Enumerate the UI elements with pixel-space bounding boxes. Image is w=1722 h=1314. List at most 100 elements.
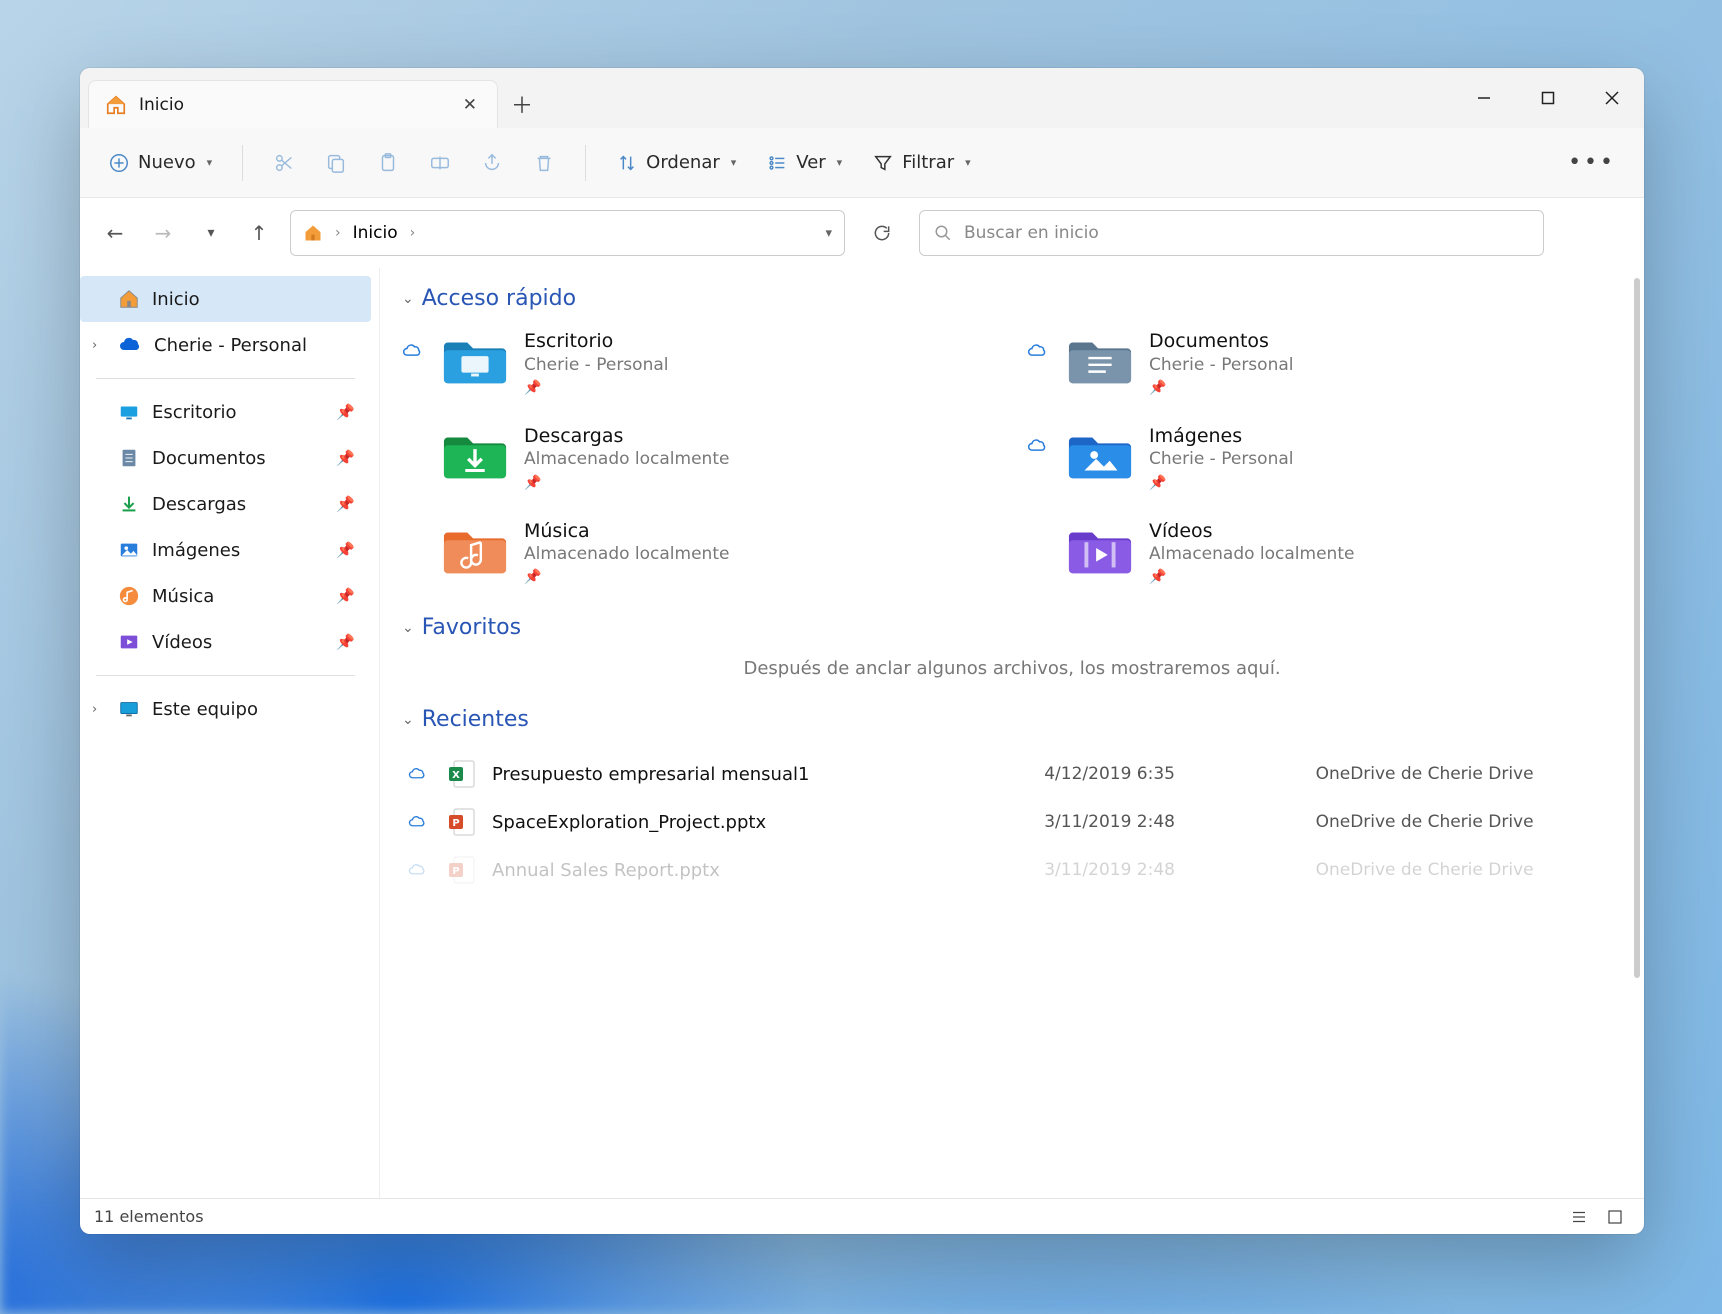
quick-access-item[interactable]: EscritorioCherie - Personal📌 (402, 329, 997, 396)
breadcrumb-item[interactable]: Inicio (353, 223, 398, 243)
scrollbar[interactable] (1634, 278, 1640, 978)
address-bar[interactable]: › Inicio › ▾ (290, 210, 845, 256)
pin-icon[interactable]: 📌 (336, 449, 355, 467)
group-title: Acceso rápido (422, 286, 576, 311)
chevron-down-icon: ⌄ (402, 291, 414, 307)
file-type-icon: P (448, 855, 476, 885)
recent-locations-button[interactable]: ▾ (194, 216, 228, 250)
new-button[interactable]: Nuevo ▾ (98, 144, 222, 182)
item-location: Cherie - Personal (1149, 448, 1622, 470)
quick-access-grid: EscritorioCherie - Personal📌DocumentosCh… (402, 329, 1622, 585)
music-icon (118, 585, 140, 607)
group-header-favorites[interactable]: ⌄ Favoritos (402, 615, 1622, 640)
minimize-button[interactable] (1452, 68, 1516, 128)
thumbnails-view-button[interactable] (1600, 1206, 1630, 1228)
scissors-icon (273, 152, 295, 174)
pin-icon[interactable]: 📌 (336, 403, 355, 421)
quick-access-item[interactable]: ImágenesCherie - Personal📌 (1027, 424, 1622, 491)
pin-icon[interactable]: 📌 (336, 541, 355, 559)
pin-icon: 📌 (524, 569, 997, 585)
refresh-button[interactable] (859, 210, 905, 256)
cloud-status-icon (1027, 329, 1051, 361)
sidebar-item-music[interactable]: Música📌 (80, 573, 371, 619)
view-button[interactable]: Ver ▾ (756, 144, 852, 182)
address-dropdown[interactable]: ▾ (825, 226, 832, 241)
chevron-down-icon: ▾ (837, 156, 843, 169)
pin-icon[interactable]: 📌 (336, 633, 355, 651)
home-icon (303, 223, 323, 243)
titlebar: Inicio ✕ ＋ (80, 68, 1644, 128)
sidebar-item-desktop[interactable]: Escritorio📌 (80, 389, 371, 435)
share-button[interactable] (471, 144, 513, 182)
cut-button[interactable] (263, 144, 305, 182)
search-icon (934, 224, 952, 242)
pin-icon[interactable]: 📌 (336, 587, 355, 605)
rename-button[interactable] (419, 144, 461, 182)
pin-icon[interactable]: 📌 (336, 495, 355, 513)
chevron-right-icon[interactable]: › (92, 702, 97, 717)
close-window-button[interactable] (1580, 68, 1644, 128)
copy-icon (325, 152, 347, 174)
breadcrumb-separator: › (410, 225, 416, 241)
chevron-down-icon: ⌄ (402, 712, 414, 728)
quick-access-item[interactable]: DescargasAlmacenado localmente📌 (402, 424, 997, 491)
recents-list: XPresupuesto empresarial mensual14/12/20… (402, 750, 1622, 894)
cloud-status-icon (408, 861, 432, 879)
sort-icon (616, 152, 638, 174)
sidebar-item-documents[interactable]: Documentos📌 (80, 435, 371, 481)
maximize-button[interactable] (1516, 68, 1580, 128)
toolbar-separator (242, 145, 243, 181)
sidebar-item-label: Vídeos (152, 632, 212, 653)
chevron-down-icon: ▾ (207, 156, 213, 169)
details-view-button[interactable] (1564, 1206, 1594, 1228)
cloud-status-icon (402, 329, 426, 361)
new-tab-button[interactable]: ＋ (498, 80, 546, 128)
sidebar-separator (96, 675, 355, 676)
recent-file-row[interactable]: PSpaceExploration_Project.pptx3/11/2019 … (402, 798, 1622, 846)
item-location: Cherie - Personal (1149, 354, 1622, 376)
file-explorer-window: Inicio ✕ ＋ Nuevo ▾ Ordenar ▾ (80, 68, 1644, 1234)
sidebar-item-downloads[interactable]: Descargas📌 (80, 481, 371, 527)
copy-button[interactable] (315, 144, 357, 182)
ellipsis-icon: ••• (1568, 150, 1616, 175)
search-placeholder: Buscar en inicio (964, 223, 1099, 243)
sidebar-home[interactable]: Inicio (80, 276, 371, 322)
sidebar-separator (96, 378, 355, 379)
chevron-right-icon[interactable]: › (92, 338, 97, 353)
item-name: Imágenes (1149, 424, 1622, 449)
quick-access-item[interactable]: VídeosAlmacenado localmente📌 (1027, 519, 1622, 586)
item-name: Descargas (524, 424, 997, 449)
pin-icon: 📌 (1149, 380, 1622, 396)
quick-access-item[interactable]: DocumentosCherie - Personal📌 (1027, 329, 1622, 396)
forward-button[interactable]: → (146, 216, 180, 250)
sort-button[interactable]: Ordenar ▾ (606, 144, 746, 182)
file-name: Presupuesto empresarial mensual1 (492, 764, 1028, 785)
sidebar-item-pictures[interactable]: Imágenes📌 (80, 527, 371, 573)
sidebar-item-label: Este equipo (152, 699, 258, 720)
videos-icon (118, 631, 140, 653)
group-header-quick-access[interactable]: ⌄ Acceso rápido (402, 286, 1622, 311)
group-header-recents[interactable]: ⌄ Recientes (402, 707, 1622, 732)
more-button[interactable]: ••• (1558, 142, 1626, 183)
documents-icon (118, 447, 140, 469)
sidebar-onedrive[interactable]: › Cherie - Personal (80, 322, 371, 368)
recent-file-row[interactable]: XPresupuesto empresarial mensual14/12/20… (402, 750, 1622, 798)
recent-file-row[interactable]: PAnnual Sales Report.pptx3/11/2019 2:48O… (402, 846, 1622, 894)
sidebar-item-videos[interactable]: Vídeos 📌 (80, 619, 371, 665)
back-button[interactable]: ← (98, 216, 132, 250)
cloud-status-icon (402, 424, 426, 436)
quick-access-item[interactable]: MúsicaAlmacenado localmente📌 (402, 519, 997, 586)
filter-button[interactable]: Filtrar ▾ (862, 144, 980, 182)
cloud-icon (118, 333, 142, 357)
search-input[interactable]: Buscar en inicio (919, 210, 1544, 256)
tab-close-button[interactable]: ✕ (459, 91, 481, 119)
up-button[interactable]: ↑ (242, 216, 276, 250)
chevron-down-icon: ⌄ (402, 620, 414, 636)
status-item-count: 11 elementos (94, 1207, 204, 1226)
delete-button[interactable] (523, 144, 565, 182)
item-location: Almacenado localmente (1149, 543, 1622, 565)
tab-home[interactable]: Inicio ✕ (88, 80, 498, 128)
sidebar-this-pc[interactable]: › Este equipo (80, 686, 371, 732)
paste-button[interactable] (367, 144, 409, 182)
clipboard-icon (377, 152, 399, 174)
